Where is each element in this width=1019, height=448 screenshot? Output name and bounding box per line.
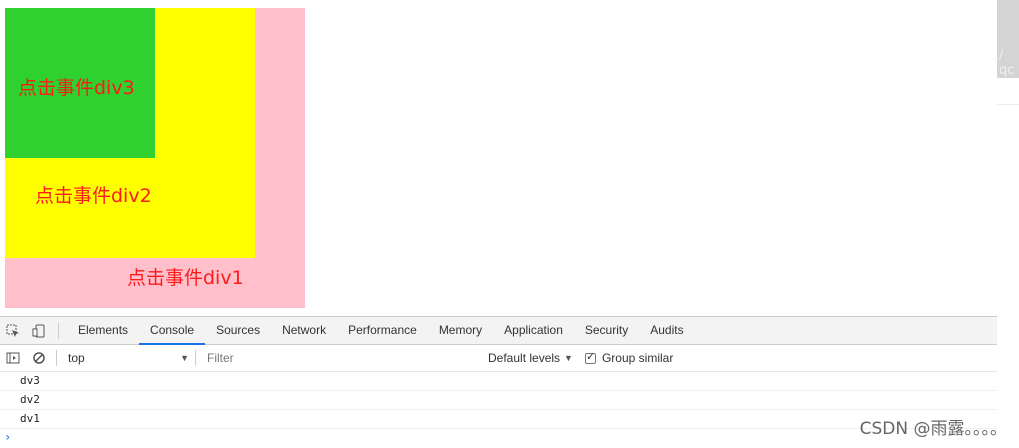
console-log: dv3 dv2 dv1 ›	[0, 372, 997, 445]
context-value: top	[68, 351, 85, 365]
levels-label: Default levels	[488, 351, 561, 365]
tab-elements[interactable]: Elements	[67, 317, 139, 344]
tab-performance[interactable]: Performance	[337, 317, 428, 344]
console-toolbar: top ▼ Default levels ▼ Group similar	[0, 345, 997, 372]
checkbox-checked-icon[interactable]	[584, 350, 596, 364]
caret-down-icon: ▼	[180, 353, 189, 363]
show-sidebar-icon[interactable]	[0, 345, 26, 372]
log-entry: dv3	[0, 372, 997, 391]
toolbar-separator	[195, 350, 196, 366]
log-entry: dv2	[0, 391, 997, 410]
devtools-panel: Elements Console Sources Network Perform…	[0, 316, 997, 448]
div1-label: 点击事件div1	[127, 267, 244, 289]
tab-memory[interactable]: Memory	[428, 317, 493, 344]
div2-box[interactable]	[5, 8, 255, 258]
side-text: / qc	[999, 48, 1015, 78]
console-prompt-icon[interactable]: ›	[0, 429, 997, 445]
log-levels-dropdown[interactable]: Default levels ▼	[488, 351, 573, 365]
tab-sources[interactable]: Sources	[205, 317, 271, 344]
device-toolbar-icon[interactable]	[26, 317, 52, 344]
devtools-tabbar: Elements Console Sources Network Perform…	[0, 317, 997, 345]
tab-network[interactable]: Network	[271, 317, 337, 344]
caret-down-icon: ▼	[564, 353, 573, 363]
filter-input[interactable]	[202, 348, 480, 368]
group-similar-label: Group similar	[601, 351, 674, 365]
tab-audits[interactable]: Audits	[639, 317, 694, 344]
watermark: CSDN @雨露。。。。	[859, 419, 1007, 439]
log-entry: dv1	[0, 410, 997, 429]
context-selector[interactable]: top ▼	[59, 348, 193, 368]
tabbar-separator	[58, 322, 59, 339]
divider	[997, 104, 1019, 105]
side-panel: / qc	[997, 0, 1019, 78]
tab-console[interactable]: Console	[139, 317, 206, 345]
toolbar-separator	[56, 350, 57, 366]
clear-console-icon[interactable]	[26, 345, 52, 372]
group-similar-toggle[interactable]: Group similar	[584, 350, 674, 365]
tab-application[interactable]: Application	[493, 317, 574, 344]
inspect-element-icon[interactable]	[0, 317, 26, 344]
div3-label: 点击事件div3	[18, 77, 135, 99]
tab-security[interactable]: Security	[574, 317, 639, 344]
div2-label: 点击事件div2	[35, 185, 152, 207]
